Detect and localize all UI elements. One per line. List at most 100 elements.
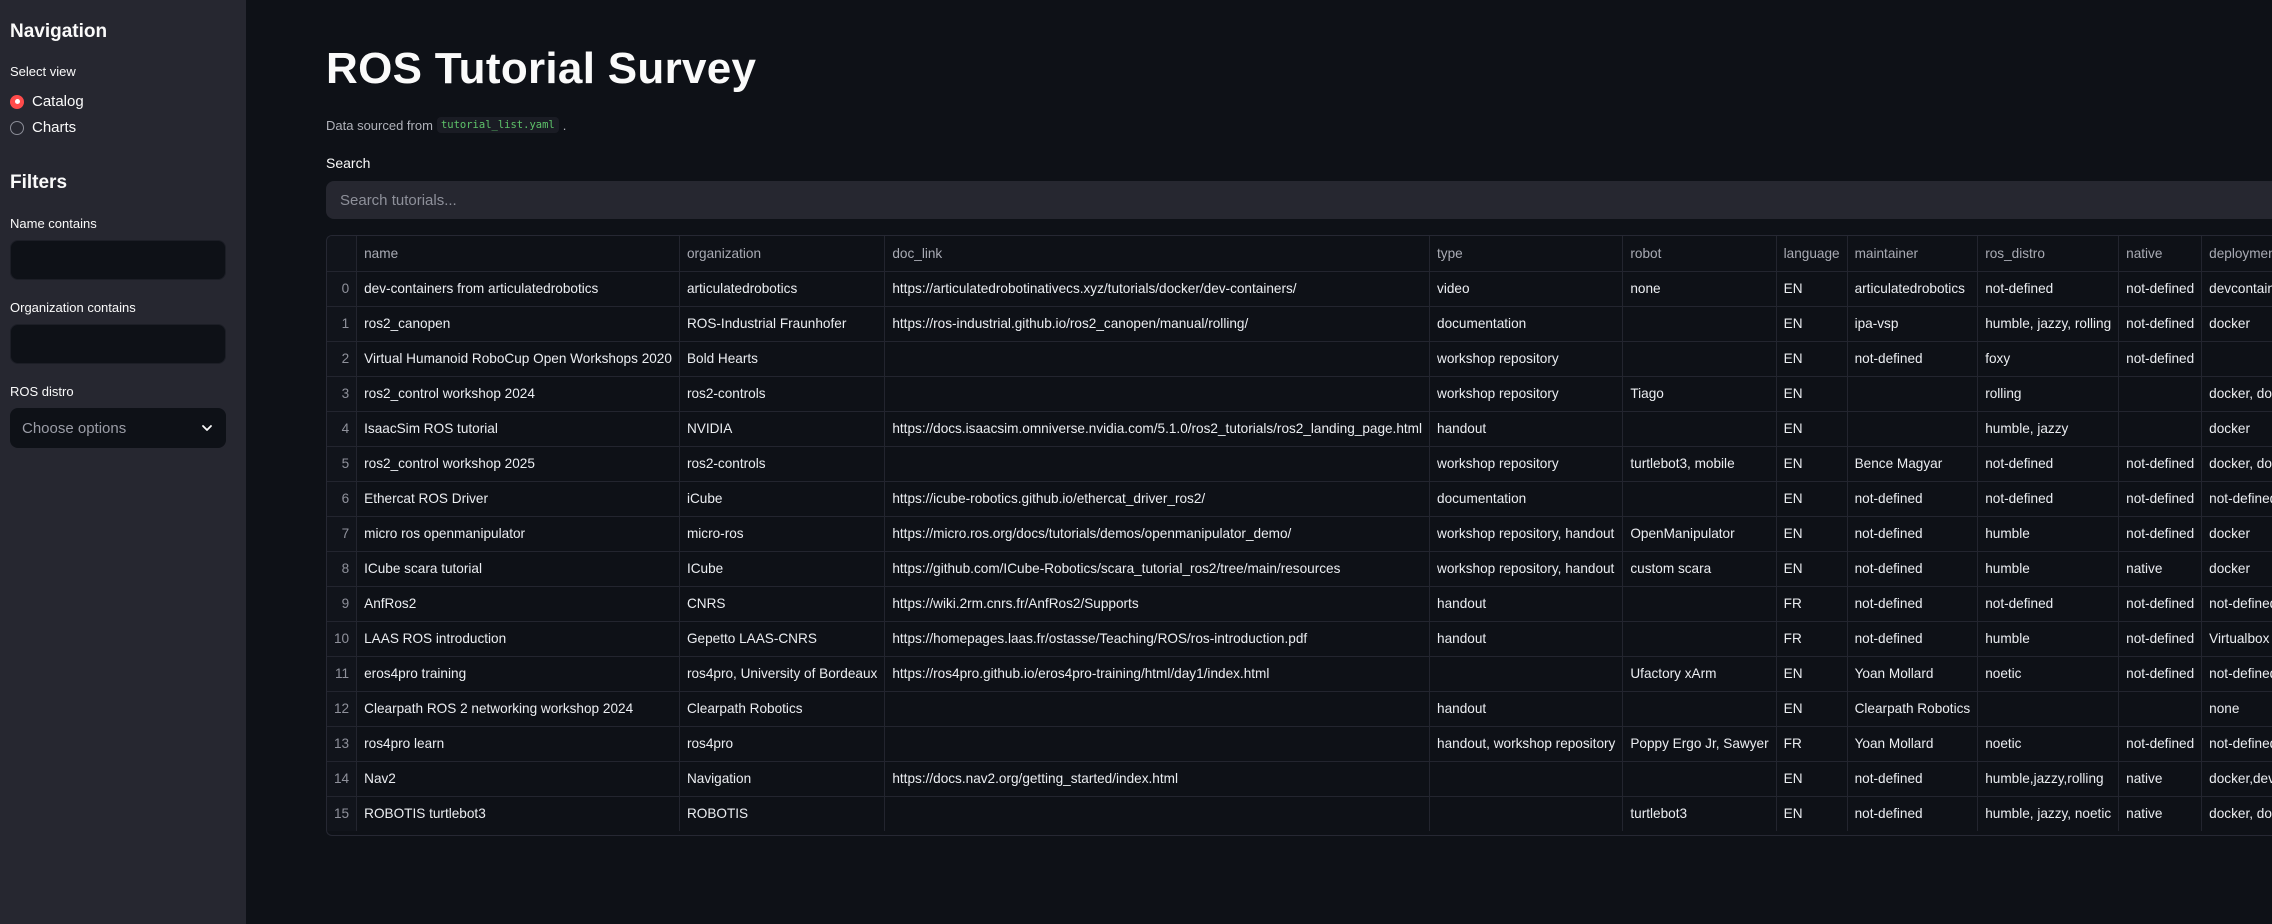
table-cell: humble, jazzy, noetic <box>1977 796 2120 831</box>
table-cell <box>884 341 1431 377</box>
table-cell: EN <box>1776 761 1848 797</box>
table-cell: https://ros-industrial.github.io/ros2_ca… <box>884 306 1431 342</box>
column-header[interactable]: name <box>356 236 680 272</box>
table-cell: devcontainer <box>2201 271 2272 307</box>
table-cell: not-defined <box>2118 586 2203 622</box>
table-row[interactable]: 7 micro ros openmanipulator micro-ros https… <box>327 516 2272 552</box>
table-cell: not-defined <box>2118 271 2203 307</box>
table-cell: https://docs.nav2.org/getting_started/in… <box>884 761 1431 797</box>
table-cell: articulatedrobotics <box>679 271 886 307</box>
table-cell: handout <box>1429 691 1624 727</box>
column-header[interactable]: robot <box>1622 236 1777 272</box>
ros-distro-placeholder: Choose options <box>22 419 127 437</box>
table-cell: docker, docker-compose <box>2201 376 2272 412</box>
table-cell: foxy <box>1977 341 2120 377</box>
row-index: 2 <box>327 341 358 377</box>
column-header[interactable]: ros_distro <box>1977 236 2120 272</box>
table-cell: docker, docker-compose <box>2201 446 2272 482</box>
tutorial-table[interactable]: name organization doc_link type robot la… <box>326 235 2272 836</box>
table-cell: noetic <box>1977 726 2120 762</box>
column-header[interactable]: native <box>2118 236 2203 272</box>
view-option-label: Catalog <box>32 93 84 110</box>
table-cell: humble <box>1977 551 2120 587</box>
row-index: 0 <box>327 271 358 307</box>
table-cell: EN <box>1776 516 1848 552</box>
table-cell: Clearpath Robotics <box>679 691 886 727</box>
data-source-caption: Data sourced from tutorial_list.yaml . <box>326 117 566 133</box>
table-cell: micro-ros <box>679 516 886 552</box>
table-row[interactable]: 2 Virtual Humanoid RoboCup Open Workshops… <box>327 341 2272 377</box>
table-cell: ros4pro, University of Bordeaux <box>679 656 886 692</box>
table-row[interactable]: 0 dev-containers from articulatedrobotics… <box>327 271 2272 307</box>
table-cell: Bence Magyar <box>1847 446 1979 482</box>
table-cell: workshop repository, handout <box>1429 516 1624 552</box>
table-row[interactable]: 14 Nav2 Navigation https://docs.nav2.org/ge… <box>327 761 2272 797</box>
table-row[interactable]: 1 ros2_canopen ROS-Industrial Fraunhofer ht… <box>327 306 2272 342</box>
table-cell: not-defined <box>1847 551 1979 587</box>
table-row[interactable]: 9 AnfRos2 CNRS https://wiki.2rm.cnrs.fr/Anf… <box>327 586 2272 622</box>
table-cell: documentation <box>1429 481 1624 517</box>
table-cell: humble,jazzy,rolling <box>1977 761 2120 797</box>
table-cell: iCube <box>679 481 886 517</box>
table-cell <box>1977 691 2120 727</box>
table-cell: ros2-controls <box>679 446 886 482</box>
table-cell: not-defined <box>2118 306 2203 342</box>
column-header[interactable]: deployment_docker <box>2201 236 2272 272</box>
table-cell: rolling <box>1977 376 2120 412</box>
name-filter-input[interactable] <box>10 240 226 280</box>
table-cell: not-defined <box>2201 586 2272 622</box>
table-cell: ros2_control workshop 2024 <box>356 376 680 412</box>
table-cell: not-defined <box>2201 726 2272 762</box>
page-title: ROS Tutorial Survey <box>326 44 757 93</box>
table-cell <box>1847 376 1979 412</box>
table-cell: docker, docker-compose <box>2201 796 2272 831</box>
table-cell: FR <box>1776 726 1848 762</box>
chevron-down-icon <box>202 425 212 431</box>
table-cell <box>1429 796 1624 831</box>
organization-filter-input[interactable] <box>10 324 226 364</box>
table-row[interactable]: 12 Clearpath ROS 2 networking workshop 20… <box>327 691 2272 727</box>
column-header[interactable]: maintainer <box>1847 236 1979 272</box>
view-option-catalog[interactable]: Catalog <box>10 93 84 110</box>
table-row[interactable]: 13 ros4pro learn ros4pro handout, workshop … <box>327 726 2272 762</box>
table-cell: ros2-controls <box>679 376 886 412</box>
table-cell: not-defined <box>2201 656 2272 692</box>
search-placeholder: Search tutorials... <box>340 191 457 209</box>
view-option-charts[interactable]: Charts <box>10 119 76 136</box>
table-cell: not-defined <box>1847 796 1979 831</box>
table-row[interactable]: 15 ROBOTIS turtlebot3 ROBOTIS turtlebot3 EN n… <box>327 796 2272 831</box>
table-row[interactable]: 11 eros4pro training ros4pro, University o… <box>327 656 2272 692</box>
table-cell: Nav2 <box>356 761 680 797</box>
ros-distro-multiselect[interactable]: Choose options <box>10 408 226 448</box>
table-row[interactable]: 3 ros2_control workshop 2024 ros2-controls… <box>327 376 2272 412</box>
table-cell: https://micro.ros.org/docs/tutorials/dem… <box>884 516 1431 552</box>
column-header[interactable]: language <box>1776 236 1848 272</box>
table-cell <box>1622 621 1777 657</box>
table-row[interactable]: 10 LAAS ROS introduction Gepetto LAAS-CNRS… <box>327 621 2272 657</box>
table-cell <box>2201 341 2272 377</box>
table-cell: not-defined <box>2118 341 2203 377</box>
table-cell: humble <box>1977 516 2120 552</box>
table-cell: CNRS <box>679 586 886 622</box>
table-cell: not-defined <box>2118 621 2203 657</box>
table-cell: docker <box>2201 516 2272 552</box>
filters-heading: Filters <box>10 172 68 193</box>
column-header[interactable]: organization <box>679 236 886 272</box>
table-row[interactable]: 4 IsaacSim ROS tutorial NVIDIA https://docs… <box>327 411 2272 447</box>
table-cell: turtlebot3 <box>1622 796 1777 831</box>
table-cell: not-defined <box>1847 341 1979 377</box>
table-cell: IsaacSim ROS tutorial <box>356 411 680 447</box>
search-input[interactable]: Search tutorials... <box>326 181 2272 219</box>
row-index: 9 <box>327 586 358 622</box>
column-header[interactable]: doc_link <box>884 236 1431 272</box>
table-row[interactable]: 6 Ethercat ROS Driver iCube https://icube-r… <box>327 481 2272 517</box>
table-row[interactable]: 8 ICube scara tutorial ICube https://github… <box>327 551 2272 587</box>
table-cell: docker <box>2201 551 2272 587</box>
table-cell: humble, jazzy <box>1977 411 2120 447</box>
column-header[interactable]: type <box>1429 236 1624 272</box>
table-cell <box>1429 761 1624 797</box>
table-row[interactable]: 5 ros2_control workshop 2025 ros2-controls… <box>327 446 2272 482</box>
table-cell: Ethercat ROS Driver <box>356 481 680 517</box>
radio-unselected-icon <box>10 120 24 135</box>
table-cell: micro ros openmanipulator <box>356 516 680 552</box>
